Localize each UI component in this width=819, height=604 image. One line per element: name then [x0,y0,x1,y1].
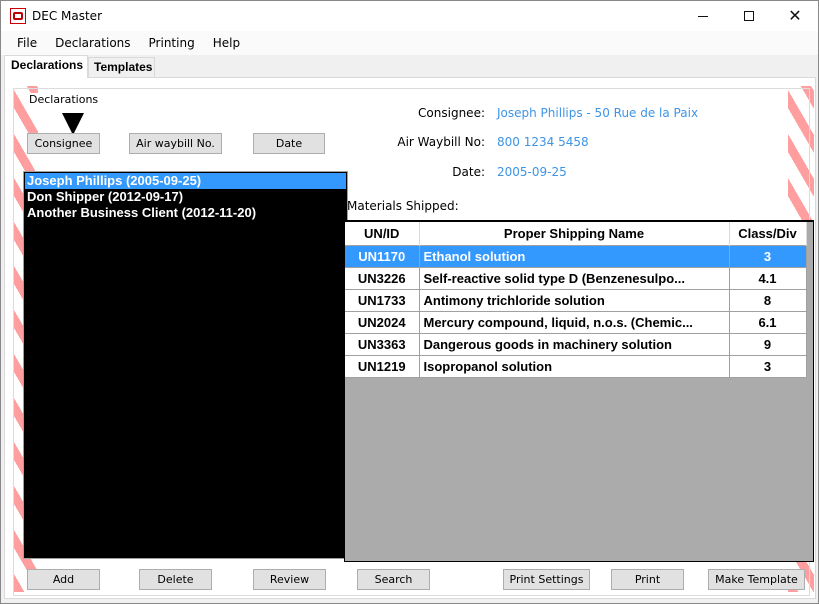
material-row[interactable]: UN3363 Dangerous goods in machinery solut… [345,332,807,356]
material-unid-cell[interactable]: UN1219 [345,354,420,378]
declaration-item[interactable]: Don Shipper (2012-09-17) [25,189,346,205]
maximize-icon [744,11,754,21]
window-title: DEC Master [32,9,102,23]
review-button[interactable]: Review [253,569,326,590]
column-header-class[interactable]: Class/Div [729,222,807,245]
consignee-label: Consignee: [418,106,485,120]
make-template-button[interactable]: Make Template [708,569,805,590]
close-icon: ✕ [788,6,802,25]
minimize-button[interactable] [680,1,726,31]
delete-button[interactable]: Delete [139,569,212,590]
airwaybill-value: 800 1234 5458 [497,135,589,149]
material-row[interactable]: UN1219 Isopropanol solution 3 [345,354,807,378]
material-unid-cell[interactable]: UN1733 [345,288,420,312]
material-row[interactable]: UN2024 Mercury compound, liquid, n.o.s. (… [345,310,807,334]
consignee-value: Joseph Phillips - 50 Rue de la Paix [497,106,699,120]
material-name-cell[interactable]: Mercury compound, liquid, n.o.s. (Chemic… [419,310,730,334]
groupbox-label: Declarations [27,93,101,106]
material-unid-cell[interactable]: UN3226 [345,266,420,290]
sort-by-date-button[interactable]: Date [253,133,325,154]
materials-table: UN/ID Proper Shipping Name Class/Div UN1… [345,222,807,378]
declarations-list[interactable]: Joseph Phillips (2005-09-25) Don Shipper… [23,171,348,559]
material-name-cell[interactable]: Antimony trichloride solution [419,288,730,312]
menu-printing[interactable]: Printing [140,31,204,55]
menu-bar: File Declarations Printing Help [1,31,818,55]
sort-indicator-arrow-icon [62,113,84,135]
tab-strip: Declarations Templates [1,55,818,78]
tab-templates[interactable]: Templates [88,57,155,77]
column-header-shipping-name[interactable]: Proper Shipping Name [419,222,730,245]
material-unid-cell[interactable]: UN3363 [345,332,420,356]
airwaybill-label: Air Waybill No: [397,135,485,149]
print-settings-button[interactable]: Print Settings [503,569,590,590]
menu-file[interactable]: File [8,31,46,55]
search-button[interactable]: Search [357,569,430,590]
materials-shipped-label: Materials Shipped: [347,199,459,213]
material-row[interactable]: UN3226 Self-reactive solid type D (Benzen… [345,266,807,290]
sort-by-airwaybill-button[interactable]: Air waybill No. [129,133,222,154]
app-window: DEC Master ✕ File Declarations Printing … [0,0,819,604]
tab-declarations[interactable]: Declarations [4,55,88,78]
declarations-groupbox: Declarations Consignee Air waybill No. D… [13,88,814,596]
maximize-button[interactable] [726,1,772,31]
material-name-cell[interactable]: Isopropanol solution [419,354,730,378]
column-header-unid[interactable]: UN/ID [345,222,420,245]
menu-declarations[interactable]: Declarations [46,31,139,55]
material-class-cell[interactable]: 3 [729,354,807,378]
date-label: Date: [452,165,485,179]
material-unid-cell[interactable]: UN2024 [345,310,420,334]
add-button[interactable]: Add [27,569,100,590]
title-bar[interactable]: DEC Master ✕ [1,1,818,31]
date-value: 2005-09-25 [497,165,567,179]
app-logo-icon [10,8,26,24]
menu-help[interactable]: Help [204,31,249,55]
minimize-icon [698,15,708,17]
material-class-cell[interactable]: 9 [729,332,807,356]
sort-by-consignee-button[interactable]: Consignee [27,133,100,154]
close-button[interactable]: ✕ [772,1,818,31]
print-button[interactable]: Print [611,569,684,590]
material-name-cell[interactable]: Ethanol solution [419,244,730,268]
material-class-cell[interactable]: 4.1 [729,266,807,290]
material-class-cell[interactable]: 6.1 [729,310,807,334]
material-row[interactable]: UN1733 Antimony trichloride solution 8 [345,288,807,312]
materials-grid[interactable]: UN/ID Proper Shipping Name Class/Div UN1… [344,220,814,562]
material-row[interactable]: UN1170 Ethanol solution 3 [345,244,807,268]
material-unid-cell[interactable]: UN1170 [345,244,420,268]
declaration-item[interactable]: Another Business Client (2012-11-20) [25,205,346,221]
declarations-tab-page: Declarations Consignee Air waybill No. D… [4,77,816,599]
material-class-cell[interactable]: 3 [729,244,807,268]
material-name-cell[interactable]: Self-reactive solid type D (Benzenesulpo… [419,266,730,290]
material-class-cell[interactable]: 8 [729,288,807,312]
material-name-cell[interactable]: Dangerous goods in machinery solution [419,332,730,356]
declaration-item[interactable]: Joseph Phillips (2005-09-25) [25,173,346,189]
materials-header-row: UN/ID Proper Shipping Name Class/Div [345,222,807,245]
